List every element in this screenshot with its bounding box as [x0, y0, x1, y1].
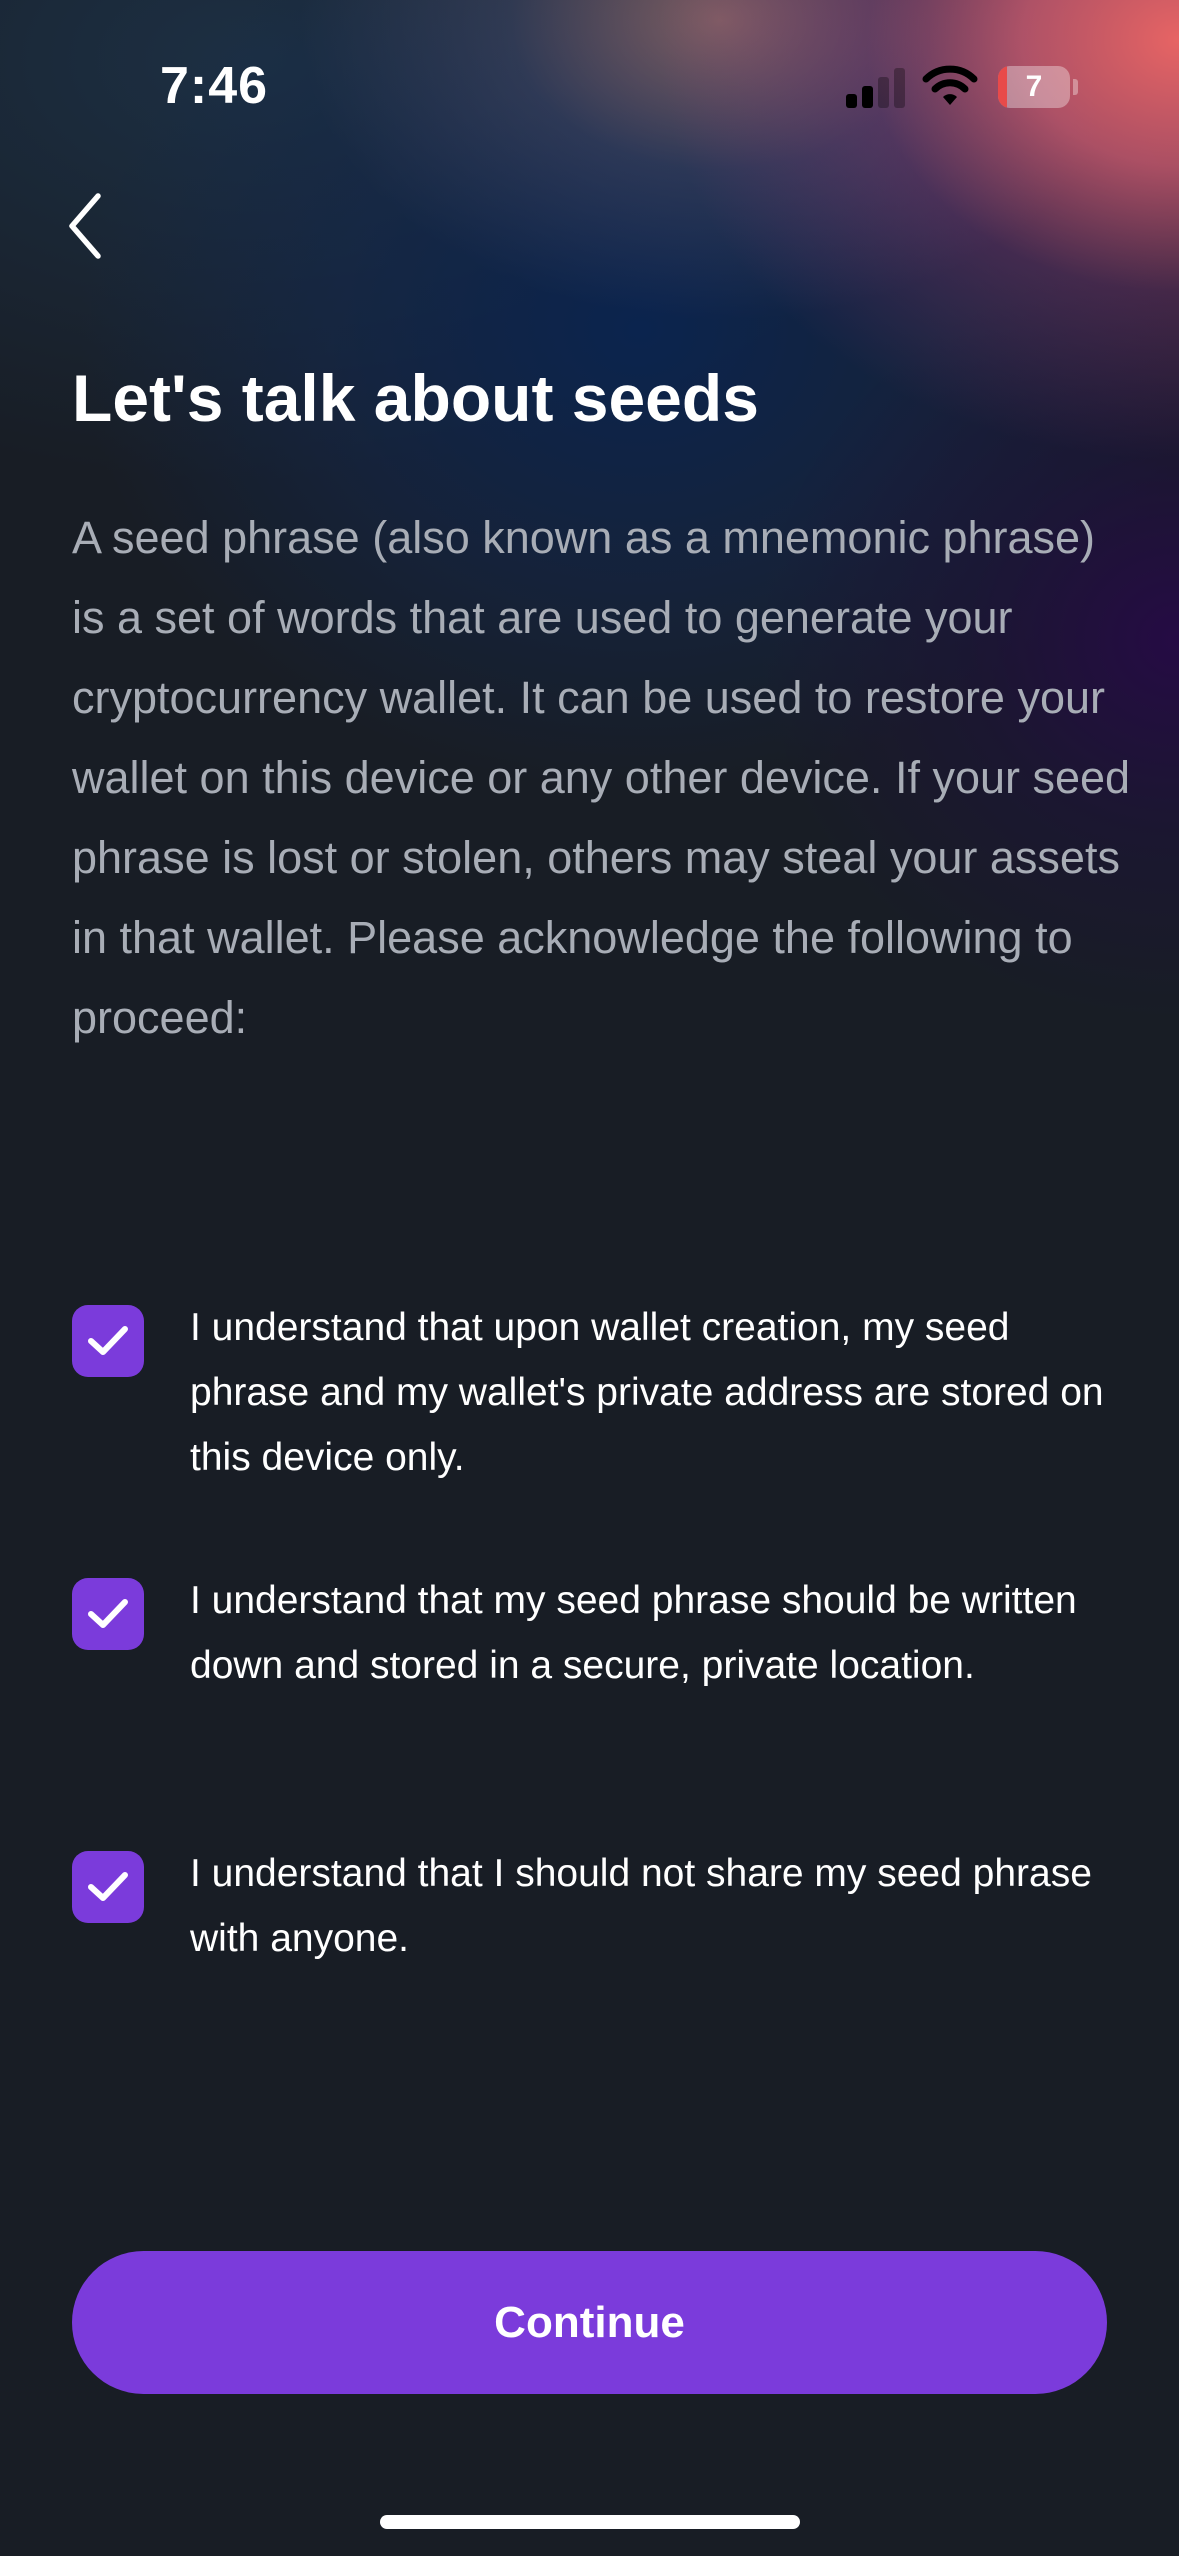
- acknowledgement-label: I understand that I should not share my …: [190, 1852, 1092, 1960]
- checkmark-icon: [88, 1599, 128, 1628]
- acknowledgement-checkbox[interactable]: [72, 1578, 144, 1650]
- seed-phrase-description: A seed phrase (also known as a mnemonic …: [72, 512, 1131, 1043]
- acknowledgement-label: I understand that upon wallet creation, …: [190, 1306, 1104, 1479]
- checkmark-icon: [88, 1872, 128, 1901]
- signal-bar-1: [846, 94, 857, 108]
- back-button[interactable]: [58, 184, 118, 264]
- signal-bar-2: [862, 86, 873, 108]
- home-indicator: [380, 2515, 800, 2529]
- cellular-signal-icon: [846, 66, 906, 108]
- battery-body: 7: [998, 66, 1070, 108]
- chevron-left-icon: [69, 193, 101, 259]
- acknowledgement-label: I understand that my seed phrase should …: [190, 1579, 1077, 1687]
- battery-level: 7: [1025, 70, 1043, 103]
- acknowledgement-checkbox[interactable]: [72, 1851, 144, 1923]
- signal-bar-4: [894, 68, 905, 108]
- wifi-icon: [922, 64, 978, 108]
- battery-tip: [1073, 79, 1078, 95]
- battery-icon: 7: [998, 66, 1078, 108]
- status-bar: 7:46 7: [0, 0, 1179, 175]
- continue-button[interactable]: Continue: [72, 2251, 1107, 2394]
- status-time: 7:46: [160, 57, 269, 115]
- signal-bar-3: [878, 77, 889, 108]
- acknowledgement-checkbox[interactable]: [72, 1305, 144, 1377]
- checkmark-icon: [88, 1326, 128, 1355]
- page-title: Let's talk about seeds: [72, 361, 759, 435]
